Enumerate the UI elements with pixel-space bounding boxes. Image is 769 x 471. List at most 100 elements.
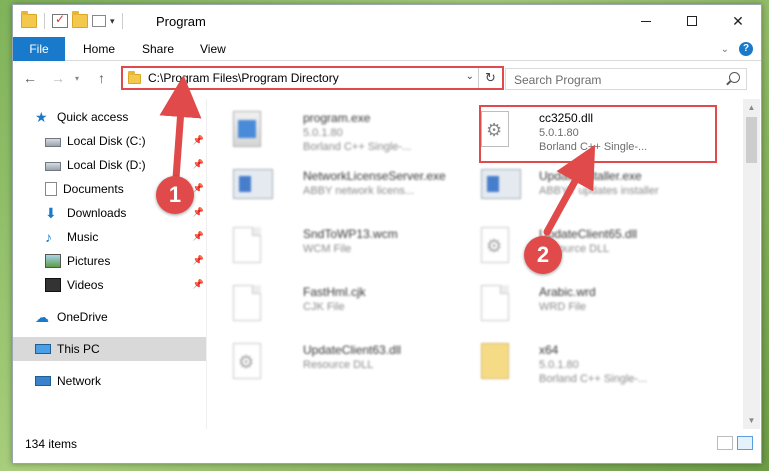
minimize-icon [641, 20, 651, 22]
help-icon[interactable]: ? [739, 42, 753, 56]
computer-icon [35, 344, 51, 354]
search-placeholder: Search Program [514, 73, 602, 87]
back-arrow-icon[interactable]: ← [23, 70, 37, 86]
scroll-up-icon[interactable]: ▲ [743, 99, 760, 116]
window-title: Program [156, 14, 206, 29]
pin-icon[interactable]: 📌 [193, 279, 204, 290]
music-icon: ♪ [45, 229, 52, 245]
sidebar-item-local-disk-c[interactable]: Local Disk (C:) 📌 [13, 129, 206, 153]
file-item[interactable]: UpdateClient65.dll Resource DLL [475, 221, 715, 271]
chevron-down-icon[interactable]: ⌄ [466, 71, 474, 82]
pin-icon[interactable]: 📌 [193, 231, 204, 242]
file-name: SndToWP13.wcm [303, 227, 398, 241]
sidebar-item-quick-access[interactable]: ★ Quick access [13, 105, 206, 129]
address-path[interactable]: C:\Program Files\Program Directory [148, 71, 339, 85]
minimize-button[interactable] [623, 5, 669, 37]
sidebar-item-label: OneDrive [57, 310, 108, 324]
tab-file[interactable]: File [13, 37, 65, 61]
sidebar-item-local-disk-d[interactable]: Local Disk (D:) 📌 [13, 153, 206, 177]
forward-arrow-icon[interactable]: → [51, 70, 65, 86]
maximize-button[interactable] [669, 5, 715, 37]
sidebar-item-label: Downloads [67, 206, 127, 220]
sidebar-item-videos[interactable]: Videos 📌 [13, 273, 206, 297]
file-item[interactable]: SndToWP13.wcm WCM File [227, 221, 467, 271]
status-bar: 134 items [13, 433, 761, 455]
file-item[interactable]: UpdateClient63.dll Resource DLL [227, 337, 467, 387]
pin-icon[interactable]: 📌 [193, 183, 204, 194]
sidebar-item-onedrive[interactable]: ☁ OneDrive [13, 305, 206, 329]
file-item[interactable]: Arabic.wrd WRD File [475, 279, 715, 329]
sidebar-item-music[interactable]: ♪ Music 📌 [13, 225, 206, 249]
refresh-icon[interactable]: ↻ [478, 68, 502, 88]
search-icon[interactable] [729, 72, 740, 83]
pin-icon[interactable]: 📌 [193, 255, 204, 266]
customize-toolbar-icon[interactable] [92, 15, 106, 27]
file-type: Resource DLL [303, 359, 374, 371]
file-name: Arabic.wrd [539, 285, 596, 299]
file-name: UpdateInstaller.exe [539, 169, 642, 183]
file-item[interactable]: NetworkLicenseServer.exe ABBY network li… [227, 163, 467, 213]
file-name: NetworkLicenseServer.exe [303, 169, 446, 183]
highlight-box [479, 105, 717, 163]
disk-icon [45, 138, 61, 147]
sidebar-item-label: Pictures [67, 254, 111, 268]
file-item[interactable]: program.exe 5.0.1.80 Borland C++ Single-… [227, 105, 467, 155]
explorer-window: ▾ Program ✕ File Home Share View ⌄ ? ← →… [12, 4, 762, 464]
app-icon [233, 111, 261, 147]
expand-ribbon-icon[interactable]: ⌄ [721, 44, 729, 55]
tab-view[interactable]: View [188, 37, 238, 61]
file-name: UpdateClient63.dll [303, 343, 402, 357]
scroll-down-icon[interactable]: ▼ [743, 412, 760, 429]
pin-icon[interactable]: 📌 [193, 159, 204, 170]
toolbar-separator [44, 13, 45, 29]
vertical-scrollbar[interactable]: ▲ ▼ [743, 99, 760, 429]
file-item[interactable]: FastHml.cjk CJK File [227, 279, 467, 329]
tab-home[interactable]: Home [71, 37, 127, 61]
recent-locations-icon[interactable]: ▾ [75, 74, 79, 83]
details-view-icon[interactable] [717, 436, 733, 450]
file-version: 5.0.1.80 [539, 359, 579, 371]
sidebar-item-network[interactable]: Network [13, 369, 206, 393]
navigation-bar: ← → ▾ ↑ C:\Program Files\Program Directo… [13, 63, 761, 93]
pane-divider[interactable] [206, 99, 207, 429]
videos-icon [45, 278, 61, 292]
file-name: x64 [539, 343, 559, 357]
sidebar-item-label: Local Disk (C:) [67, 134, 146, 148]
properties-icon[interactable] [52, 12, 68, 28]
pin-icon[interactable]: 📌 [193, 135, 204, 146]
pictures-icon [45, 254, 61, 268]
file-version: 5.0.1.80 [303, 127, 343, 139]
folder-icon [128, 71, 141, 84]
pin-icon[interactable]: 📌 [193, 207, 204, 218]
title-bar: ▾ Program ✕ [13, 5, 761, 37]
document-icon [233, 285, 261, 321]
sidebar-item-this-pc[interactable]: This PC [13, 337, 206, 361]
tab-share[interactable]: Share [130, 37, 186, 61]
sidebar-item-label: Documents [63, 182, 124, 196]
items-count: 134 items [25, 437, 78, 451]
network-icon [35, 376, 51, 386]
scroll-thumb[interactable] [746, 117, 757, 163]
chevron-down-icon[interactable]: ▾ [110, 16, 115, 27]
sidebar-item-label: Quick access [57, 110, 129, 124]
file-description: ABBY network licens... [303, 185, 415, 197]
close-button[interactable]: ✕ [715, 5, 761, 37]
search-input[interactable]: Search Program [505, 68, 747, 90]
tiles-view-icon[interactable] [737, 436, 753, 450]
archive-icon [481, 343, 509, 379]
disk-icon [45, 162, 61, 171]
new-folder-icon[interactable] [72, 11, 88, 28]
address-bar[interactable]: C:\Program Files\Program Directory ⌄ ↻ [121, 66, 504, 90]
exe-icon [233, 169, 273, 199]
sidebar-item-pictures[interactable]: Pictures 📌 [13, 249, 206, 273]
file-description: Borland C++ Single-... [303, 141, 412, 153]
exe-icon [481, 169, 521, 199]
file-item[interactable]: UpdateInstaller.exe ABBYY updates instal… [475, 163, 715, 213]
step-1-badge: 1 [156, 176, 194, 214]
ribbon-right: ⌄ ? [721, 42, 753, 56]
folder-icon[interactable] [21, 11, 37, 28]
up-arrow-icon[interactable]: ↑ [98, 70, 105, 86]
toolbar-separator [121, 13, 123, 29]
file-item[interactable]: x64 5.0.1.80 Borland C++ Single-... [475, 337, 715, 387]
download-icon: ⬇ [45, 205, 57, 221]
